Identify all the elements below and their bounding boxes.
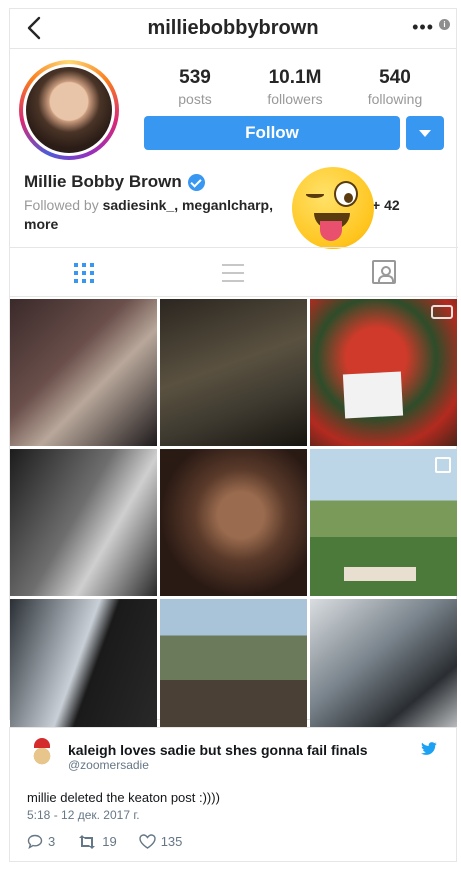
profile-tabs <box>10 247 458 297</box>
followed-by-text[interactable]: Followed by sadiesink_, meganlcharp, + 4… <box>24 196 444 232</box>
tweet-author-handle[interactable]: @zoomersadie <box>68 758 149 772</box>
stat-label: posts <box>178 91 212 107</box>
tweet-timestamp[interactable]: 5:18 - 12 дек. 2017 г. <box>27 808 140 822</box>
full-name-text: Millie Bobby Brown <box>24 172 182 191</box>
stat-label: followers <box>267 91 323 107</box>
tweet-avatar[interactable] <box>27 738 57 768</box>
stat-following[interactable]: 540 following <box>345 67 445 107</box>
stat-posts[interactable]: 539 posts <box>145 67 245 107</box>
followed-by-more-word: more <box>24 216 59 232</box>
avatar <box>26 67 112 153</box>
tweet-actions: 3 19 135 <box>27 834 182 849</box>
reply-button[interactable]: 3 <box>27 834 55 849</box>
photo-tile[interactable] <box>10 449 157 596</box>
photo-grid <box>10 299 458 746</box>
retweet-button[interactable]: 19 <box>77 834 117 849</box>
photo-tile[interactable] <box>310 299 457 446</box>
retweet-count: 19 <box>102 834 117 849</box>
suggested-accounts-button[interactable] <box>406 116 444 150</box>
photo-tile[interactable] <box>160 449 307 596</box>
heart-icon <box>139 834 156 849</box>
retweet-icon <box>79 834 96 849</box>
yoga-mat <box>344 567 416 581</box>
top-bar: milliebobbybrown ••• i <box>10 9 456 49</box>
photo-tile[interactable] <box>10 599 157 746</box>
stat-value: 10.1M <box>268 67 322 88</box>
list-view-icon[interactable] <box>222 262 246 284</box>
chevron-down-icon <box>419 130 431 137</box>
stat-followers[interactable]: 10.1M followers <box>245 67 345 107</box>
photo-tile[interactable] <box>310 599 457 746</box>
reply-count: 3 <box>48 834 56 849</box>
followed-by-names: sadiesink_, meganlcharp, <box>102 197 273 213</box>
photo-tile[interactable] <box>160 599 307 746</box>
full-name: Millie Bobby Brown <box>24 172 205 192</box>
more-options-icon[interactable]: ••• <box>412 17 434 38</box>
verified-badge-icon <box>187 173 205 191</box>
tagged-photos-icon[interactable] <box>372 260 396 284</box>
like-count: 135 <box>160 834 183 849</box>
info-icon[interactable]: i <box>439 19 450 30</box>
follow-button[interactable]: Follow <box>144 116 400 150</box>
tweet-text: millie deleted the keaton post :)))) <box>27 790 220 805</box>
stat-label: following <box>367 91 423 107</box>
username-title: milliebobbybrown <box>147 17 319 39</box>
photo-tile[interactable] <box>310 449 457 596</box>
reply-icon <box>27 834 43 849</box>
video-icon <box>431 305 453 319</box>
stat-value: 540 <box>379 67 411 88</box>
multiple-photos-icon <box>435 457 451 473</box>
story-ring[interactable] <box>19 60 119 160</box>
stat-value: 539 <box>179 67 211 88</box>
followed-by-count: + 42 <box>372 197 400 213</box>
profile-stats: 539 posts 10.1M followers 540 following <box>145 67 445 107</box>
tweet-author-name[interactable]: kaleigh loves sadie but shes gonna fail … <box>68 742 368 758</box>
tweet-card: kaleigh loves sadie but shes gonna fail … <box>9 727 457 862</box>
instagram-profile-card: milliebobbybrown ••• i 539 posts 10.1M f… <box>9 8 458 746</box>
followed-by-prefix: Followed by <box>24 197 103 213</box>
followed-by-more: + 42 <box>372 196 400 215</box>
winking-tongue-emoji-icon <box>292 167 374 249</box>
like-button[interactable]: 135 <box>139 834 183 849</box>
handwritten-sign <box>342 371 404 419</box>
photo-tile[interactable] <box>160 299 307 446</box>
grid-view-icon[interactable] <box>73 262 97 284</box>
twitter-bird-icon[interactable] <box>420 742 438 756</box>
photo-tile[interactable] <box>10 299 157 446</box>
